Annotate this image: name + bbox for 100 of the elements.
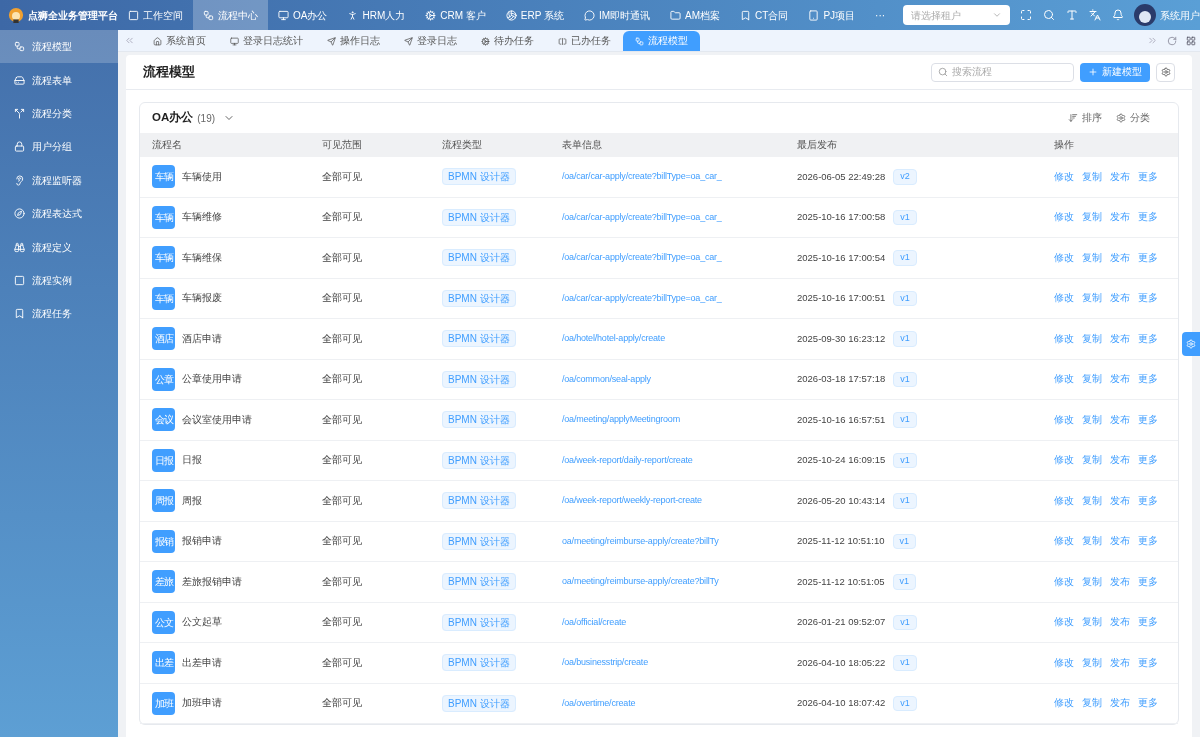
- action-link[interactable]: 更多: [1138, 169, 1158, 184]
- form-link[interactable]: /oa/businesstrip/create: [562, 656, 797, 670]
- form-link[interactable]: /oa/car/car-apply/create?billType=oa_car_: [562, 291, 797, 305]
- form-link[interactable]: /oa/week-report/weekly-report-create: [562, 494, 797, 508]
- settings-drawer-button[interactable]: [1182, 332, 1200, 356]
- action-link[interactable]: 修改: [1054, 574, 1074, 589]
- tenant-select[interactable]: 请选择租户: [903, 5, 1010, 25]
- sidebar-item[interactable]: 流程实例: [0, 263, 118, 298]
- page-tab[interactable]: 操作日志: [315, 31, 392, 51]
- avatar[interactable]: [1134, 4, 1156, 26]
- nav-tab[interactable]: HRM人力: [337, 0, 416, 30]
- action-link[interactable]: 发布: [1110, 412, 1130, 427]
- sidebar-item[interactable]: 流程模型: [0, 30, 118, 64]
- action-link[interactable]: 修改: [1054, 331, 1074, 346]
- nav-tab[interactable]: CT合同: [730, 0, 799, 30]
- action-link[interactable]: 修改: [1054, 493, 1074, 508]
- page-tab[interactable]: 待办任务: [469, 31, 546, 51]
- action-link[interactable]: 更多: [1138, 655, 1158, 670]
- sidebar-item[interactable]: 流程任务: [0, 297, 118, 331]
- sidebar-item[interactable]: 用户分组: [0, 130, 118, 164]
- action-link[interactable]: 修改: [1054, 210, 1074, 225]
- process-name[interactable]: 加班申请: [182, 696, 222, 711]
- page-tab[interactable]: 登录日志: [392, 31, 469, 51]
- action-link[interactable]: 修改: [1054, 453, 1074, 468]
- action-link[interactable]: 修改: [1054, 412, 1074, 427]
- process-name[interactable]: 出差申请: [182, 655, 222, 670]
- action-link[interactable]: 复制: [1082, 291, 1102, 306]
- action-link[interactable]: 复制: [1082, 696, 1102, 711]
- action-link[interactable]: 更多: [1138, 574, 1158, 589]
- bell-icon[interactable]: [1112, 9, 1124, 21]
- nav-tab[interactable]: IM即时通讯: [573, 0, 661, 30]
- action-link[interactable]: 修改: [1054, 655, 1074, 670]
- sort-button[interactable]: 排序: [1068, 110, 1102, 126]
- action-link[interactable]: 更多: [1138, 210, 1158, 225]
- action-link[interactable]: 修改: [1054, 169, 1074, 184]
- page-tab[interactable]: 系统首页: [141, 31, 218, 51]
- action-link[interactable]: 复制: [1082, 372, 1102, 387]
- action-link[interactable]: 发布: [1110, 574, 1130, 589]
- process-name[interactable]: 车辆维保: [182, 250, 222, 265]
- nav-tab[interactable]: AM档案: [660, 0, 731, 30]
- font-size-icon[interactable]: [1066, 9, 1078, 21]
- action-link[interactable]: 复制: [1082, 412, 1102, 427]
- action-link[interactable]: 更多: [1138, 493, 1158, 508]
- action-link[interactable]: 复制: [1082, 169, 1102, 184]
- nav-tab[interactable]: CRM 客户: [415, 0, 496, 30]
- nav-tab[interactable]: 流程中心: [193, 0, 268, 30]
- process-name[interactable]: 差旅报销申请: [182, 574, 242, 589]
- settings-button[interactable]: [1156, 62, 1175, 82]
- action-link[interactable]: 复制: [1082, 331, 1102, 346]
- form-link[interactable]: /oa/car/car-apply/create?billType=oa_car_: [562, 170, 797, 184]
- action-link[interactable]: 更多: [1138, 615, 1158, 630]
- action-link[interactable]: 复制: [1082, 655, 1102, 670]
- form-link[interactable]: /oa/car/car-apply/create?billType=oa_car_: [562, 251, 797, 265]
- process-name[interactable]: 会议室使用申请: [182, 412, 252, 427]
- nav-tab[interactable]: PJ项目: [798, 0, 866, 30]
- search-field[interactable]: 搜索流程: [931, 62, 1074, 82]
- action-link[interactable]: 发布: [1110, 291, 1130, 306]
- sidebar-item[interactable]: 流程表达式: [0, 196, 118, 231]
- search-icon[interactable]: [1043, 9, 1055, 21]
- page-tab[interactable]: 已办任务: [546, 31, 623, 51]
- page-tab[interactable]: 登录日志统计: [218, 31, 315, 51]
- scroll-left-icon[interactable]: [124, 35, 135, 46]
- sidebar-item[interactable]: 流程定义: [0, 230, 118, 264]
- action-link[interactable]: 复制: [1082, 574, 1102, 589]
- action-link[interactable]: 更多: [1138, 291, 1158, 306]
- action-link[interactable]: 更多: [1138, 534, 1158, 549]
- action-link[interactable]: 复制: [1082, 453, 1102, 468]
- process-name[interactable]: 公章使用申请: [182, 372, 242, 387]
- form-link[interactable]: /oa/common/seal-apply: [562, 372, 797, 386]
- fullscreen-icon[interactable]: [1020, 9, 1032, 21]
- action-link[interactable]: 复制: [1082, 534, 1102, 549]
- action-link[interactable]: 修改: [1054, 696, 1074, 711]
- action-link[interactable]: 更多: [1138, 250, 1158, 265]
- user-name[interactable]: 系统用户: [1160, 7, 1200, 23]
- scroll-right-icon[interactable]: [1147, 35, 1158, 46]
- translate-icon[interactable]: [1089, 9, 1101, 21]
- grid-icon[interactable]: [1186, 36, 1196, 46]
- form-link[interactable]: oa/meeting/reimburse-apply/create?billTy: [562, 534, 797, 548]
- form-link[interactable]: /oa/meeting/applyMeetingroom: [562, 413, 797, 427]
- sidebar-item[interactable]: 流程表单: [0, 63, 118, 97]
- action-link[interactable]: 修改: [1054, 534, 1074, 549]
- action-link[interactable]: 更多: [1138, 696, 1158, 711]
- action-link[interactable]: 发布: [1110, 696, 1130, 711]
- process-name[interactable]: 日报: [182, 453, 202, 468]
- action-link[interactable]: 发布: [1110, 655, 1130, 670]
- action-link[interactable]: 修改: [1054, 250, 1074, 265]
- action-link[interactable]: 复制: [1082, 210, 1102, 225]
- action-link[interactable]: 发布: [1110, 493, 1130, 508]
- action-link[interactable]: 发布: [1110, 169, 1130, 184]
- action-link[interactable]: 修改: [1054, 615, 1074, 630]
- action-link[interactable]: 发布: [1110, 210, 1130, 225]
- process-name[interactable]: 车辆使用: [182, 169, 222, 184]
- action-link[interactable]: 更多: [1138, 412, 1158, 427]
- form-link[interactable]: /oa/overtime/create: [562, 696, 797, 710]
- nav-tab[interactable]: ERP 系统: [495, 0, 574, 30]
- new-model-button[interactable]: 新建模型: [1080, 62, 1150, 82]
- form-link[interactable]: /oa/week-report/daily-report/create: [562, 453, 797, 467]
- action-link[interactable]: 复制: [1082, 615, 1102, 630]
- process-name[interactable]: 周报: [182, 493, 202, 508]
- nav-tab[interactable]: OA办公: [268, 0, 338, 30]
